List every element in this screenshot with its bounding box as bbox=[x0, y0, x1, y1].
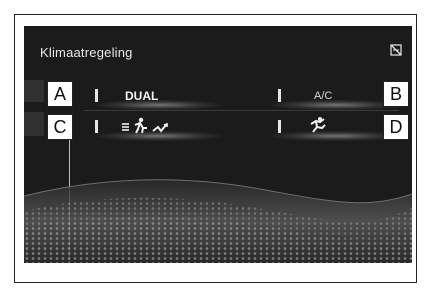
climate-control-screen: Klimaatregeling DUAL A/C bbox=[24, 26, 412, 263]
callout-d: D bbox=[383, 114, 409, 140]
row-highlight-bottom bbox=[24, 112, 44, 136]
dual-button-glow bbox=[96, 100, 222, 110]
callout-c: C bbox=[47, 114, 73, 140]
ac-indicator bbox=[278, 89, 281, 102]
airflow-button-glow bbox=[96, 131, 222, 141]
airflow-indicator bbox=[95, 120, 98, 133]
wave-background bbox=[24, 179, 412, 263]
screen-title: Klimaatregeling bbox=[40, 45, 133, 60]
callout-a: A bbox=[47, 81, 73, 107]
dual-indicator bbox=[95, 89, 98, 102]
row-highlight-top bbox=[24, 80, 44, 102]
row-separator bbox=[84, 110, 399, 111]
callout-b: B bbox=[383, 81, 409, 107]
sync-off-icon[interactable] bbox=[390, 44, 402, 56]
recirculation-indicator bbox=[278, 120, 281, 133]
